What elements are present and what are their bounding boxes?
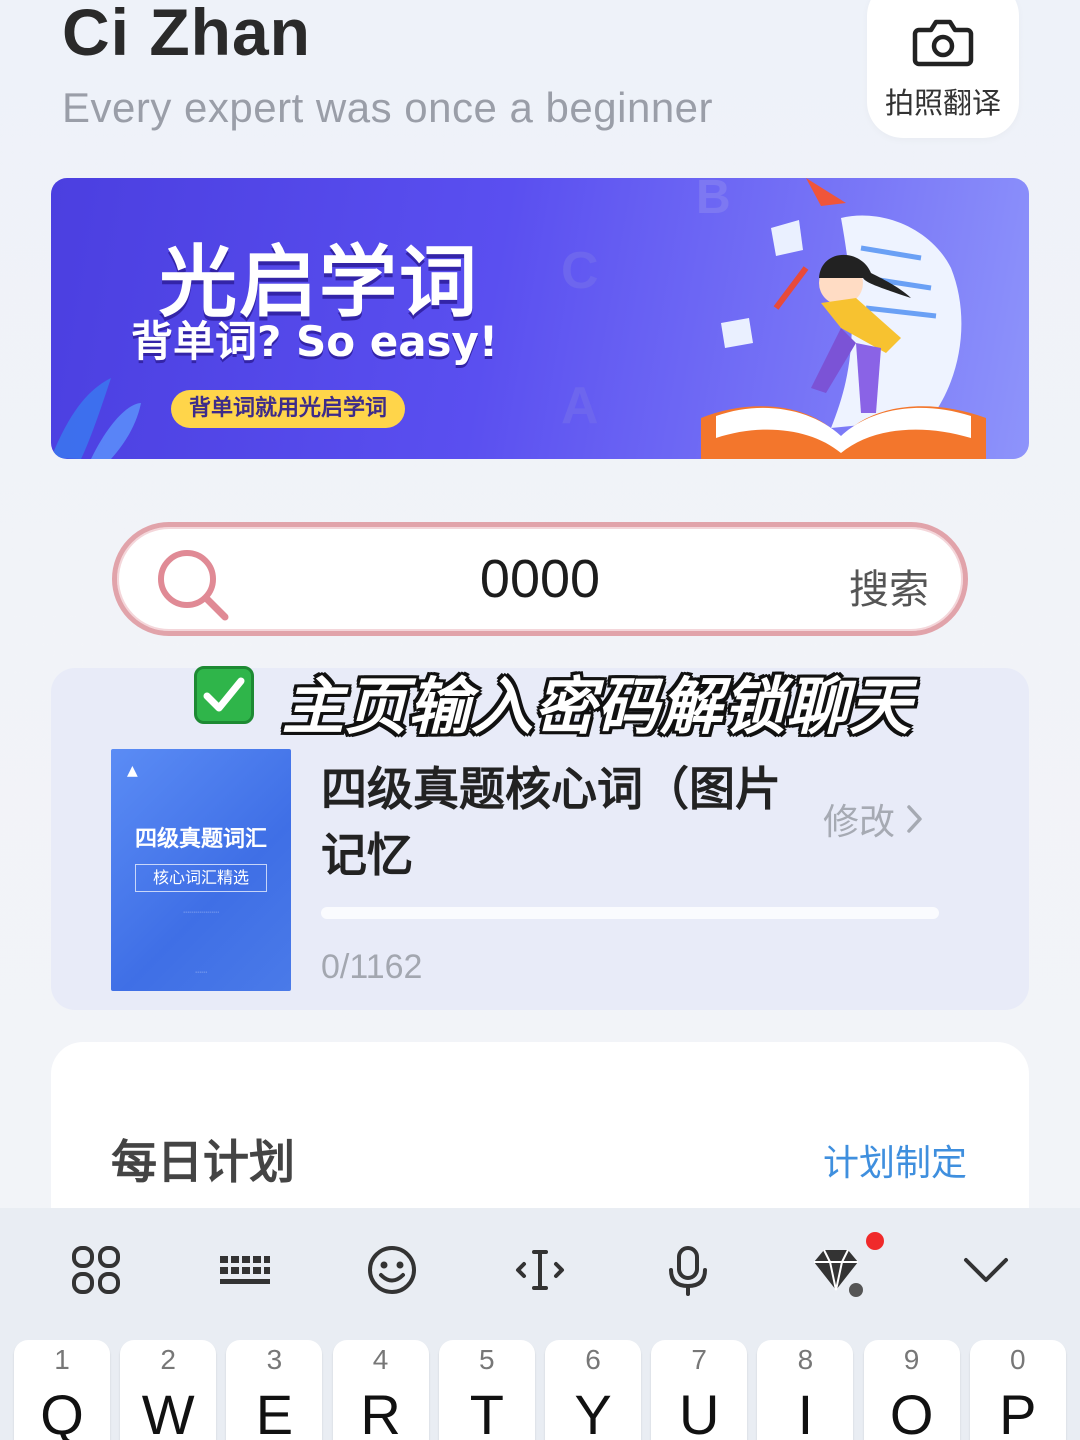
photo-translate-button[interactable]: 拍照翻译 (867, 0, 1019, 138)
key-letter: W (141, 1383, 195, 1440)
chevron-right-icon (907, 805, 922, 833)
microphone-icon[interactable] (658, 1240, 718, 1300)
key-u[interactable]: 7U (651, 1340, 748, 1440)
key-r[interactable]: 4R (332, 1340, 429, 1440)
key-letter: I (797, 1383, 814, 1440)
notification-dot (866, 1232, 884, 1250)
svg-text:B: B (696, 178, 731, 224)
photo-translate-label: 拍照翻译 (884, 86, 1001, 120)
key-i[interactable]: 8I (757, 1340, 854, 1440)
key-letter: E (255, 1383, 294, 1440)
banner-subtitle: 背单词? So easy! (131, 317, 499, 366)
search-bar[interactable]: 0000 搜索 (112, 522, 968, 636)
edit-book-link[interactable]: 修改 (823, 793, 925, 845)
key-letter: T (469, 1383, 504, 1440)
keyboard-toolbar (0, 1208, 1080, 1336)
book-title: 四级真题核心词（图片记忆 (321, 762, 781, 882)
key-letter: P (999, 1383, 1037, 1440)
key-letter: U (678, 1383, 720, 1440)
check-mark-icon (194, 666, 254, 724)
daily-plan-title: 每日计划 (111, 1135, 295, 1189)
svg-text:C: C (561, 242, 599, 300)
key-t[interactable]: 5T (438, 1340, 535, 1440)
key-number-hint: 6 (585, 1344, 601, 1375)
cover-footer: ⋯⋯ (195, 969, 207, 976)
search-input[interactable]: 0000 (117, 527, 963, 631)
cover-fine-print: ⋯⋯⋯⋯⋯⋯ (183, 909, 219, 916)
edit-label: 修改 (823, 802, 896, 843)
key-number-hint: 9 (903, 1344, 920, 1375)
key-p[interactable]: 0P (969, 1340, 1066, 1440)
promo-banner[interactable]: B C A 光启学词 背单词? So easy! 背单词就用光启学词 (51, 178, 1029, 459)
progress-bar (321, 907, 939, 919)
book-cover[interactable]: ▲ 四级真题词汇 核心词汇精选 ⋯⋯⋯⋯⋯⋯ ⋯⋯ (111, 749, 291, 991)
key-number-hint: 1 (54, 1344, 70, 1375)
key-letter: Q (40, 1383, 84, 1440)
key-q[interactable]: 1Q (14, 1340, 110, 1440)
search-button[interactable]: 搜索 (849, 557, 929, 615)
cursor-move-icon[interactable] (510, 1240, 570, 1300)
progress-text: 0/1162 (321, 948, 423, 986)
key-w[interactable]: 2W (120, 1340, 217, 1440)
keyboard-icon[interactable] (214, 1240, 274, 1300)
key-letter: Y (574, 1383, 612, 1440)
overlay-caption: 主页输入密码解锁聊天 (282, 670, 913, 743)
cover-logo-icon: ▲ (127, 763, 138, 779)
apps-grid-icon[interactable] (66, 1240, 126, 1300)
key-number-hint: 4 (372, 1344, 389, 1375)
key-o[interactable]: 9O (863, 1340, 960, 1440)
cover-subtitle: 核心词汇精选 (135, 864, 267, 892)
key-e[interactable]: 3E (226, 1340, 323, 1440)
cover-title: 四级真题词汇 (134, 826, 267, 852)
key-letter: O (889, 1383, 934, 1440)
key-letter: R (360, 1383, 401, 1440)
key-number-hint: 8 (797, 1344, 814, 1375)
collapse-keyboard-icon[interactable] (956, 1240, 1016, 1300)
key-number-hint: 2 (160, 1344, 176, 1375)
soft-keyboard: 1Q2W3E4R5T6Y7U8I9O0P (0, 1208, 1080, 1440)
key-y[interactable]: 6Y (545, 1340, 641, 1440)
app-title: Ci Zhan (62, 0, 311, 69)
app-subtitle: Every expert was once a beginner (62, 84, 714, 131)
banner-pill: 背单词就用光启学词 (171, 390, 406, 428)
svg-text:A: A (561, 377, 599, 435)
key-number-hint: 3 (266, 1344, 283, 1375)
diamond-ad-icon[interactable] (806, 1240, 866, 1300)
key-number-hint: 7 (691, 1344, 707, 1375)
camera-icon (912, 19, 974, 67)
key-number-hint: 0 (1010, 1344, 1026, 1375)
plan-setup-link[interactable]: 计划制定 (823, 1134, 967, 1186)
key-number-hint: 5 (479, 1344, 495, 1375)
emoji-icon[interactable] (362, 1240, 422, 1300)
